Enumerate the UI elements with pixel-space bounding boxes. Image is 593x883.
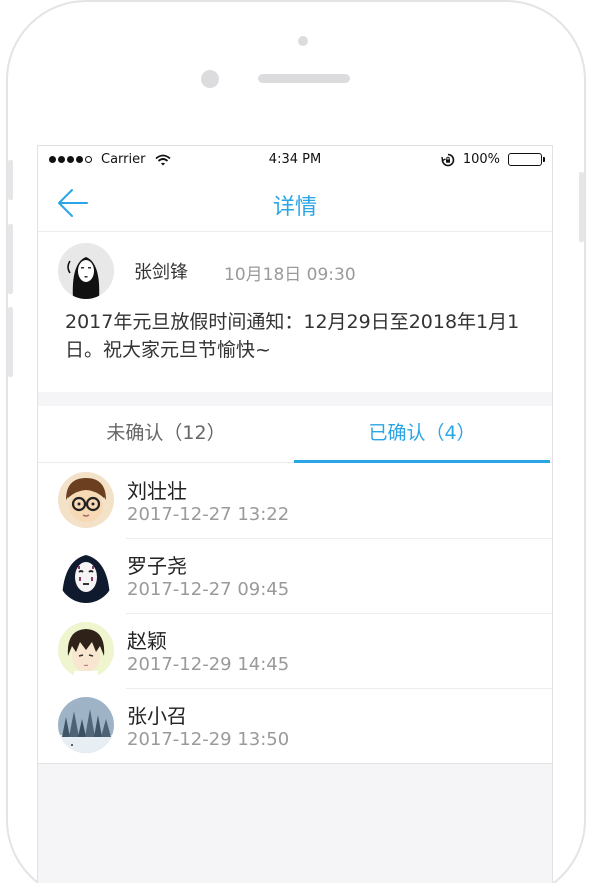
glasses-boy-avatar-icon (58, 472, 114, 528)
avatar (58, 547, 114, 603)
side-button (8, 160, 13, 200)
divider (38, 763, 552, 764)
confirm-time: 2017-12-27 09:45 (127, 579, 290, 600)
confirmed-list: 刘壮壮 2017-12-27 13:22 罗子尧 2017-12-27 09:4… (38, 463, 552, 764)
post-time: 10月18日 09:30 (224, 265, 356, 285)
post-content: 2017年元旦放假时间通知：12月29日至2018年1月1日。祝大家元旦节愉快~ (65, 311, 520, 361)
notice-post: 张剑锋 10月18日 09:30 2017年元旦放假时间通知：12月29日至20… (38, 232, 552, 392)
list-item[interactable]: 张小召 2017-12-29 13:50 (38, 688, 552, 763)
side-button (8, 307, 13, 377)
no-face-avatar-icon (58, 243, 114, 299)
avatar (58, 243, 114, 299)
side-button (579, 172, 584, 242)
confirm-tabs: 未确认（12） 已确认（4） (38, 406, 552, 463)
avatar (58, 472, 114, 528)
user-name: 罗子尧 (127, 554, 187, 578)
snowy-forest-avatar-icon (58, 697, 114, 753)
speaker-grille (258, 74, 350, 83)
avatar (58, 622, 114, 678)
battery-percent: 100% (462, 152, 500, 167)
confirm-time: 2017-12-27 13:22 (127, 504, 290, 525)
status-right: 100% (441, 152, 545, 167)
user-name: 赵颖 (127, 629, 167, 653)
camera-icon (298, 36, 308, 46)
user-name: 张小召 (127, 704, 187, 728)
confirm-time: 2017-12-29 13:50 (127, 729, 290, 750)
list-item[interactable]: 罗子尧 2017-12-27 09:45 (38, 538, 552, 613)
tab-confirmed[interactable]: 已确认（4） (294, 406, 550, 463)
app-screen: Carrier 4:34 PM 100% 详情 张剑锋 10月18日 09:30… (37, 145, 553, 883)
nav-bar: 详情 (38, 174, 552, 232)
rotation-lock-icon (441, 153, 455, 166)
no-face-avatar-icon (58, 547, 114, 603)
battery-icon (508, 153, 545, 166)
page-title: 详情 (272, 195, 317, 220)
list-item[interactable]: 刘壮壮 2017-12-27 13:22 (38, 463, 552, 538)
user-name: 刘壮壮 (127, 479, 187, 503)
status-bar: Carrier 4:34 PM 100% (38, 146, 552, 174)
list-item[interactable]: 赵颖 2017-12-29 14:45 (38, 613, 552, 688)
author-name: 张剑锋 (134, 262, 188, 283)
anime-boy-avatar-icon (58, 622, 114, 678)
confirm-time: 2017-12-29 14:45 (127, 654, 290, 675)
sensor-icon (201, 70, 219, 88)
avatar (58, 697, 114, 753)
tab-unconfirmed[interactable]: 未确认（12） (38, 406, 294, 463)
side-button (8, 224, 13, 294)
